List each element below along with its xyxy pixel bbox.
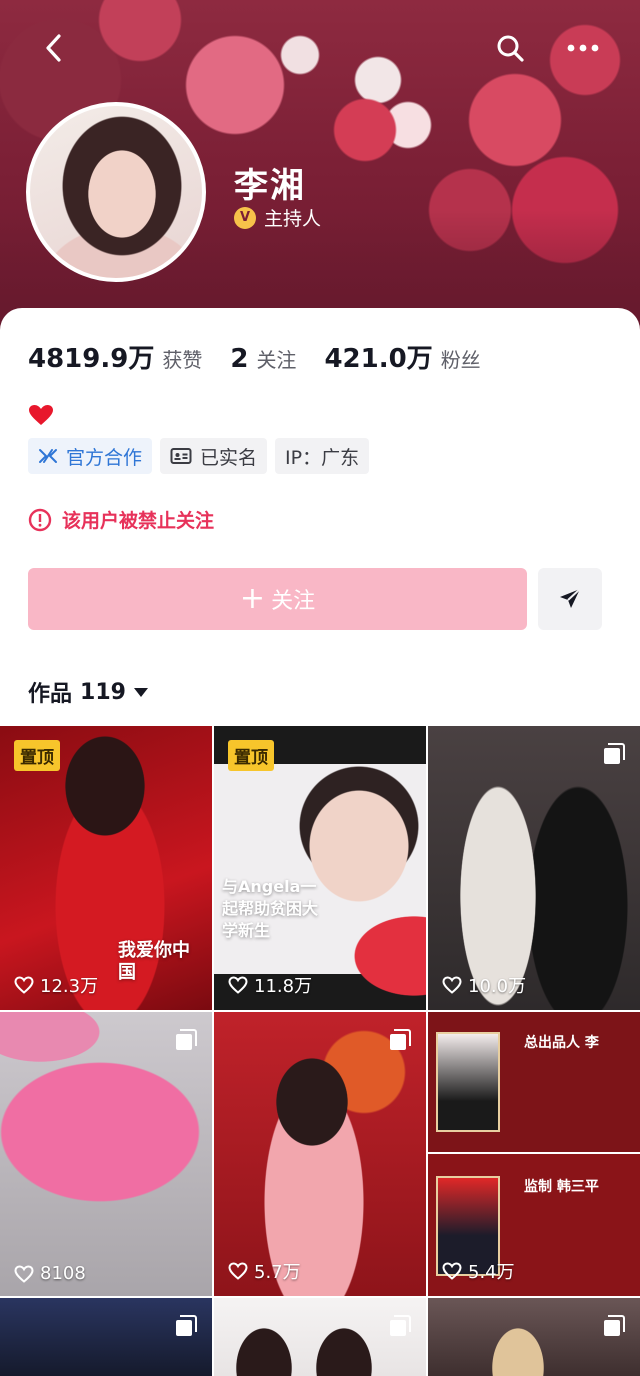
video-tile[interactable] <box>0 1298 212 1376</box>
like-count-value: 8108 <box>40 1263 86 1284</box>
verification-row: V 主持人 <box>234 204 321 231</box>
video-tile[interactable]: 10.0万 <box>428 726 640 1010</box>
tag-label: IP：广东 <box>285 446 360 469</box>
heart-outline-icon <box>442 1262 462 1280</box>
warning-text: 该用户被禁止关注 <box>62 510 215 532</box>
like-count: 8108 <box>14 1263 86 1284</box>
following-count[interactable]: 2 <box>230 344 248 374</box>
likes-label: 获赞 <box>162 348 203 372</box>
more-button[interactable] <box>565 30 601 66</box>
like-count-value: 5.4万 <box>468 1262 515 1283</box>
like-count-value: 11.8万 <box>254 976 313 997</box>
works-count: 119 <box>80 679 126 705</box>
video-tile[interactable]: 5.7万 <box>214 1012 426 1296</box>
search-button[interactable] <box>492 30 528 66</box>
heart-outline-icon <box>442 976 462 994</box>
pinned-badge: 置顶 <box>14 740 60 771</box>
heart-outline-icon <box>228 976 248 994</box>
like-count: 5.4万 <box>442 1258 515 1284</box>
more-dots-icon <box>567 44 599 52</box>
tag-verified-name[interactable]: 已实名 <box>160 438 268 474</box>
followers-label[interactable]: 粉丝 <box>441 344 481 373</box>
tile-caption: 与Angela一起帮助贫困大学新生 <box>222 877 319 940</box>
tag-label: 官方合作 <box>66 446 143 469</box>
followers-count[interactable]: 421.0万 <box>324 338 432 375</box>
tile-doc-title: 监制 韩三平 <box>524 1179 599 1195</box>
follow-button-label: 关注 <box>271 589 316 614</box>
heart-outline-icon <box>14 1264 34 1283</box>
multi-image-icon <box>176 1029 197 1050</box>
video-tile[interactable]: 置顶 我爱你中国 12.3万 <box>0 726 212 1010</box>
heart-outline-icon <box>228 1262 248 1280</box>
stats-row: 4819.9万 获赞 2 关注 421.0万 粉丝 <box>28 338 509 375</box>
likes-count: 4819.9万 <box>28 344 155 374</box>
tab-works[interactable]: 作品 119 <box>28 676 148 708</box>
pinned-badge: 置顶 <box>228 740 274 771</box>
video-tile[interactable] <box>214 1298 426 1376</box>
video-tile[interactable] <box>428 1298 640 1376</box>
like-count-value: 10.0万 <box>468 976 527 997</box>
cooperation-icon <box>38 447 58 465</box>
message-button[interactable] <box>538 568 602 630</box>
like-count: 10.0万 <box>442 972 526 998</box>
tag-official-cooperation[interactable]: 官方合作 <box>28 438 153 474</box>
profile-name: 李湘 <box>234 166 306 206</box>
multi-image-icon <box>390 1029 411 1050</box>
video-tile[interactable]: 置顶 与Angela一起帮助贫困大学新生 11.8万 <box>214 726 426 1010</box>
tag-label: 已实名 <box>200 446 258 469</box>
tile-doc-title: 总出品人 李 <box>524 1035 599 1051</box>
video-tile[interactable]: 总出品人 李 监制 韩三平 5.4万 <box>428 1012 640 1296</box>
alert-circle-icon <box>28 508 52 532</box>
following-label[interactable]: 关注 <box>256 344 296 373</box>
back-button[interactable] <box>36 30 72 66</box>
avatar[interactable] <box>26 102 206 282</box>
multi-image-icon <box>390 1315 411 1336</box>
tile-photo-top <box>436 1032 500 1132</box>
heart-outline-icon <box>14 976 34 994</box>
heart-icon <box>29 405 53 425</box>
follow-button[interactable]: + 关注 <box>28 568 527 630</box>
follow-ban-warning: 该用户被禁止关注 <box>28 506 214 533</box>
like-count-value: 12.3万 <box>40 976 99 997</box>
tags-row: 官方合作 已实名 IP：广东 <box>28 438 377 474</box>
search-icon <box>497 35 524 62</box>
verified-badge-icon: V <box>234 206 256 229</box>
chevron-left-icon <box>46 34 61 62</box>
send-icon <box>560 588 581 608</box>
tile-caption: 我爱你中国 <box>118 940 190 983</box>
like-count: 11.8万 <box>228 972 312 998</box>
plus-icon: + <box>239 581 266 616</box>
like-count: 12.3万 <box>14 972 98 998</box>
multi-image-icon <box>176 1315 197 1336</box>
caret-down-icon <box>133 687 148 697</box>
works-label: 作品 <box>28 682 73 707</box>
like-count-value: 5.7万 <box>254 1262 301 1283</box>
video-tile[interactable]: 8108 <box>0 1012 212 1296</box>
multi-image-icon <box>604 743 625 764</box>
tag-ip-location: IP：广东 <box>275 438 370 474</box>
multi-image-icon <box>604 1315 625 1336</box>
like-count: 5.7万 <box>228 1258 301 1284</box>
id-card-icon <box>170 447 192 465</box>
profile-role: 主持人 <box>264 208 322 230</box>
